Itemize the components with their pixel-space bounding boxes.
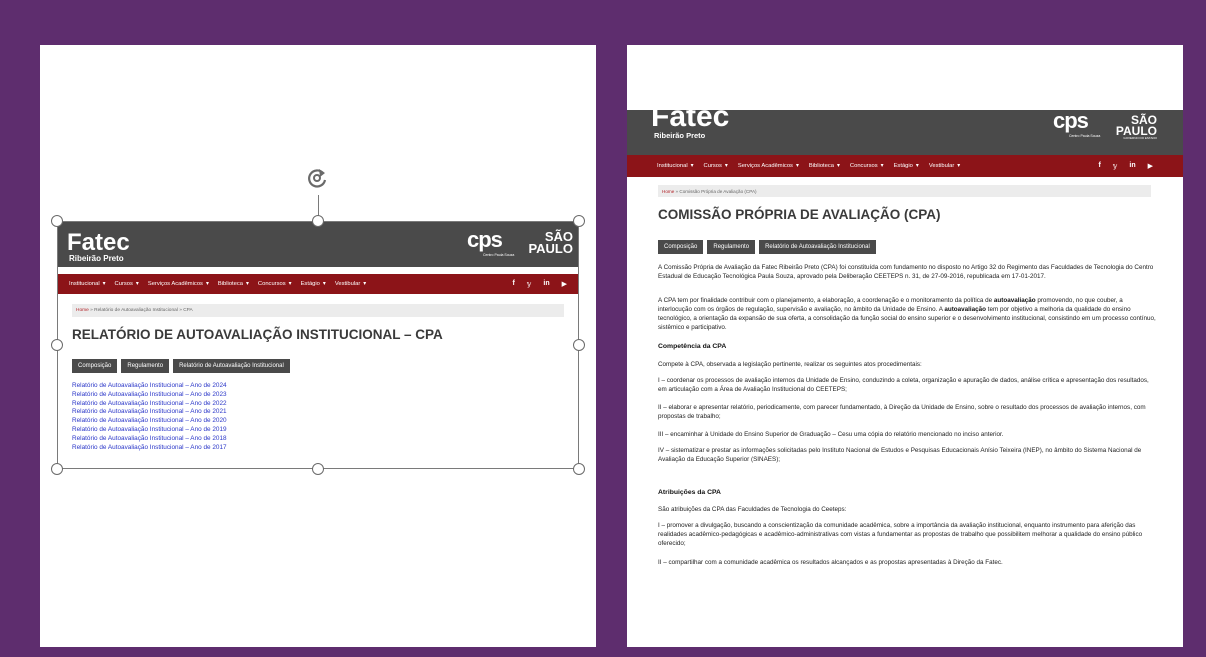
tab-regulamento[interactable]: Regulamento: [707, 240, 756, 254]
resize-handle-right[interactable]: [573, 339, 585, 351]
breadcrumb: Home » Comissão Própria de Avaliação (CP…: [658, 185, 1151, 197]
resize-handle-left[interactable]: [51, 339, 63, 351]
rotate-icon[interactable]: [304, 165, 330, 191]
main-nav: Institucional ▾ Cursos ▾ Serviços Acadêmic…: [627, 155, 1183, 177]
nav-institucional[interactable]: Institucional ▾: [657, 163, 694, 169]
paragraph: II – elaborar e apresentar relatório, pe…: [658, 404, 1146, 421]
section-heading: Atribuições da CPA: [658, 489, 721, 496]
resize-handle-bottom-left[interactable]: [51, 463, 63, 475]
paragraph: II – compartilhar com a comunidade acadê…: [658, 559, 1003, 566]
twitter-icon[interactable]: 𝕪: [1113, 162, 1118, 170]
left-slide: Fatec Ribeirão Preto cps Centro Paula So…: [40, 45, 596, 647]
paragraph: III – encaminhar à Unidade do Ensino Sup…: [658, 431, 1004, 438]
site-header: Fatec Ribeirão Preto cps Centro Paula So…: [627, 102, 1183, 155]
cps-logo: cps Centro Paula Souza: [1053, 108, 1101, 138]
youtube-icon[interactable]: ▶: [1148, 162, 1153, 170]
section-heading: Competência da CPA: [658, 343, 727, 350]
paragraph: I – coordenar os processos de avaliação …: [658, 377, 1149, 394]
social-links: f 𝕪 in ▶: [1098, 162, 1153, 170]
section-tabs: Composição Regulamento Relatório de Auto…: [658, 240, 876, 254]
fatec-logo: Fatec Ribeirão Preto: [651, 100, 730, 140]
sao-paulo-logo: SÃO PAULO GOVERNO DO ESTADO: [1115, 113, 1157, 140]
tab-relatorio[interactable]: Relatório de Autoavaliação Institucional: [759, 240, 876, 254]
nav-vestibular[interactable]: Vestibular ▾: [929, 163, 960, 169]
breadcrumb-home[interactable]: Home: [662, 189, 674, 194]
paragraph: I – promover a divulgação, buscando a co…: [658, 522, 1143, 548]
paragraph: A Comissão Própria de Avaliação da Fatec…: [658, 264, 1154, 281]
nav-cursos[interactable]: Cursos ▾: [704, 163, 728, 169]
resize-handle-bottom-right[interactable]: [573, 463, 585, 475]
nav-biblioteca[interactable]: Biblioteca ▾: [809, 163, 840, 169]
nav-servicos-academicos[interactable]: Serviços Acadêmicos ▾: [738, 163, 799, 169]
tab-composicao[interactable]: Composição: [658, 240, 704, 254]
paragraph: Compete à CPA, observada a legislação pe…: [658, 361, 922, 368]
cpa-page-screenshot: Fatec Ribeirão Preto cps Centro Paula So…: [627, 45, 1183, 647]
resize-handle-top-right[interactable]: [573, 215, 585, 227]
nav-estagio[interactable]: Estágio ▾: [894, 163, 919, 169]
nav-concursos[interactable]: Concursos ▾: [850, 163, 884, 169]
resize-handle-top-left[interactable]: [51, 215, 63, 227]
page-title: COMISSÃO PRÓPRIA DE AVALIAÇÃO (CPA): [658, 207, 941, 222]
paragraph: São atribuições da CPA das Faculdades de…: [658, 506, 847, 513]
paragraph: A CPA tem por finalidade contribuir com …: [658, 297, 1156, 332]
resize-handle-bottom[interactable]: [312, 463, 324, 475]
selection-frame: [57, 221, 579, 469]
resize-handle-top[interactable]: [312, 215, 324, 227]
paragraph: IV – sistematizar e prestar as informaçõ…: [658, 447, 1142, 464]
linkedin-icon[interactable]: in: [1129, 162, 1135, 170]
right-slide: Fatec Ribeirão Preto cps Centro Paula So…: [627, 45, 1183, 647]
facebook-icon[interactable]: f: [1098, 162, 1100, 170]
